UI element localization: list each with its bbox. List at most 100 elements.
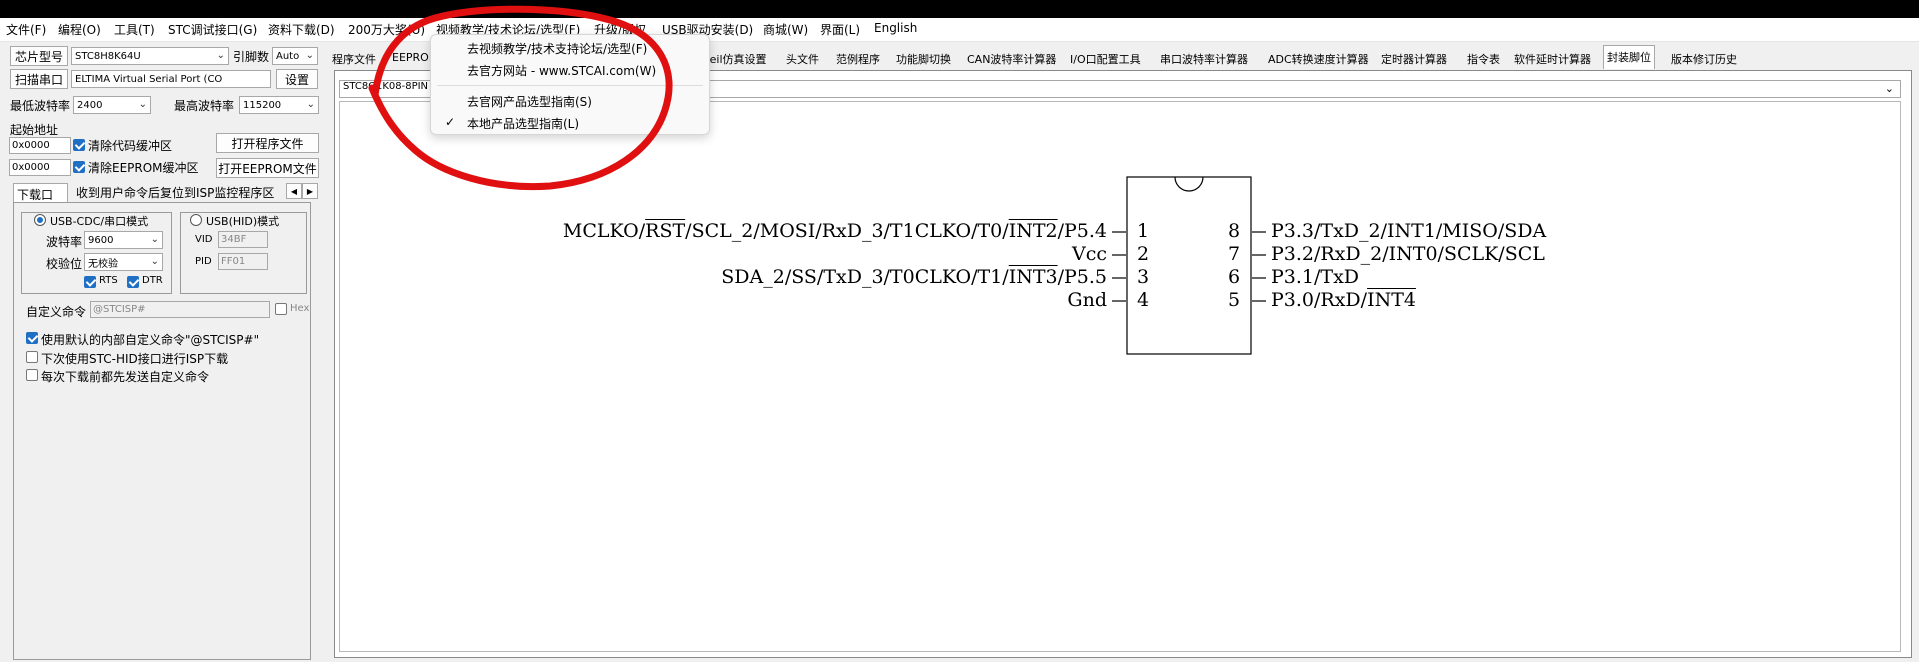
max-baud-select[interactable]: 115200 ⌄ bbox=[239, 96, 319, 114]
vid-label: VID bbox=[195, 234, 213, 245]
default-command-checkbox[interactable] bbox=[26, 332, 38, 344]
tab-package-pins[interactable]: 封装脚位 bbox=[1603, 45, 1655, 69]
chip-model-value: STC8H8K64U bbox=[75, 50, 141, 62]
baud-rate-label: 波特率 bbox=[46, 235, 83, 249]
custom-command-label: 自定义命令 bbox=[26, 305, 87, 319]
pin6-label: P3.1/TxD bbox=[1271, 266, 1360, 288]
tab-version-history[interactable]: 版本修订历史 bbox=[1668, 48, 1740, 68]
menu-bar: 文件(F) 编程(O) 工具(T) STC调试接口(G) 资料下载(D) 200… bbox=[0, 18, 1919, 42]
pin3-label: SDA_2/SS/TxD_3/T0CLKO/T1/INT3/P5.5 bbox=[721, 266, 1107, 288]
pin5-number: 5 bbox=[1228, 289, 1241, 311]
vid-input[interactable]: 34BF bbox=[218, 231, 268, 248]
tab-pin-switch[interactable]: 功能脚切换 bbox=[893, 48, 954, 68]
menu-english[interactable]: English bbox=[874, 21, 917, 35]
tab-delay-calc[interactable]: 软件延时计算器 bbox=[1511, 48, 1594, 68]
tab-reset-isp[interactable]: 收到用户命令后复位到ISP监控程序区 bbox=[76, 184, 274, 201]
stc-hid-checkbox[interactable] bbox=[26, 351, 38, 363]
pin8-label: P3.3/TxD_2/INT1/MISO/SDA bbox=[1271, 220, 1547, 242]
start-address-label: 起始地址 bbox=[10, 123, 59, 137]
rts-checkbox[interactable] bbox=[84, 276, 96, 288]
chevron-down-icon: ⌄ bbox=[305, 50, 314, 61]
hex-label: Hex bbox=[290, 303, 310, 314]
tab-examples[interactable]: 范例程序 bbox=[833, 48, 883, 68]
open-eeprom-file-button[interactable]: 打开EEPROM文件 bbox=[216, 158, 319, 178]
settings-button[interactable]: 设置 bbox=[276, 69, 318, 89]
dtr-label: DTR bbox=[142, 275, 163, 286]
tab-download-password[interactable]: 下载口令 bbox=[13, 183, 68, 219]
chip-right-leads bbox=[1252, 231, 1266, 302]
pin-count-value: Auto bbox=[276, 50, 300, 62]
pin3-number: 3 bbox=[1137, 266, 1150, 288]
menu-downloads[interactable]: 资料下载(D) bbox=[268, 21, 335, 38]
dtr-checkbox[interactable] bbox=[127, 276, 139, 288]
usb-hid-label: USB(HID)模式 bbox=[206, 213, 280, 229]
parity-value: 无校验 bbox=[88, 258, 118, 270]
parity-label: 校验位 bbox=[46, 257, 83, 271]
pin1-number: 1 bbox=[1137, 220, 1150, 242]
stc-hid-label: 下次使用STC-HID接口进行ISP下载 bbox=[41, 352, 229, 366]
title-bar bbox=[0, 0, 1919, 18]
open-program-file-button[interactable]: 打开程序文件 bbox=[216, 133, 319, 153]
pin8-number: 8 bbox=[1228, 220, 1241, 242]
pin7-number: 7 bbox=[1228, 243, 1241, 265]
send-command-label: 每次下载前都先发送自定义命令 bbox=[41, 370, 210, 384]
usb-cdc-radio[interactable] bbox=[34, 214, 46, 226]
chevron-down-icon: ⌄ bbox=[138, 99, 147, 110]
max-baud-value: 115200 bbox=[243, 99, 282, 111]
parity-select[interactable]: 无校验 ⌄ bbox=[84, 253, 163, 271]
menu-file[interactable]: 文件(F) bbox=[6, 21, 46, 38]
pin6-number: 6 bbox=[1228, 266, 1241, 288]
tab-adc-speed[interactable]: ADC转换速度计算器 bbox=[1265, 48, 1372, 68]
chevron-down-icon: ⌄ bbox=[150, 234, 159, 245]
pid-input[interactable]: FF01 bbox=[218, 253, 268, 270]
port-select[interactable]: ELTIMA Virtual Serial Port (CO bbox=[71, 70, 271, 88]
clear-code-label: 清除代码缓冲区 bbox=[88, 139, 173, 153]
pin1-label: MCLKO/RST/SCL_2/MOSI/RxD_3/T1CLKO/T0/INT… bbox=[562, 220, 1107, 242]
code-address-input[interactable]: 0x0000 bbox=[9, 137, 71, 154]
clear-eeprom-checkbox[interactable] bbox=[73, 161, 85, 173]
chip-model-select[interactable]: STC8H8K64U ⌄ bbox=[71, 47, 229, 65]
rts-label: RTS bbox=[99, 275, 118, 286]
default-command-label: 使用默认的内部自定义命令"@STCISP#" bbox=[41, 333, 260, 347]
pin5-label: P3.0/RxD/INT4 bbox=[1271, 289, 1416, 311]
chevron-down-icon: ⌄ bbox=[1884, 82, 1894, 95]
pin-count-label: 引脚数 bbox=[233, 50, 270, 64]
chip-model-label: 芯片型号 bbox=[10, 46, 68, 66]
menu-interface[interactable]: 界面(L) bbox=[820, 21, 860, 38]
tab-scroll-right-icon[interactable]: ▶ bbox=[302, 183, 318, 199]
menu-tools[interactable]: 工具(T) bbox=[114, 21, 155, 38]
menu-shop[interactable]: 商城(W) bbox=[763, 21, 808, 38]
menu-stc-debug[interactable]: STC调试接口(G) bbox=[168, 21, 257, 38]
min-baud-select[interactable]: 2400 ⌄ bbox=[73, 96, 151, 114]
pid-label: PID bbox=[195, 256, 212, 267]
usb-cdc-label: USB-CDC/串口模式 bbox=[50, 213, 149, 229]
send-command-checkbox[interactable] bbox=[26, 369, 38, 381]
clear-eeprom-label: 清除EEPROM缓冲区 bbox=[88, 161, 199, 175]
chevron-down-icon: ⌄ bbox=[306, 99, 315, 110]
pin-count-select[interactable]: Auto ⌄ bbox=[272, 47, 318, 65]
tab-scroll-left-icon[interactable]: ◀ bbox=[286, 183, 302, 199]
eeprom-address-input[interactable]: 0x0000 bbox=[9, 159, 71, 176]
chevron-down-icon: ⌄ bbox=[150, 256, 159, 267]
custom-command-input[interactable]: @STCISP# bbox=[90, 301, 270, 318]
tab-keil[interactable]: Keil仿真设置 bbox=[700, 48, 770, 68]
tab-header[interactable]: 头文件 bbox=[783, 48, 822, 68]
pin4-label: Gnd bbox=[1067, 289, 1107, 311]
pin2-number: 2 bbox=[1137, 243, 1150, 265]
baud-rate-value: 9600 bbox=[88, 234, 114, 246]
tab-can-baud[interactable]: CAN波特率计算器 bbox=[964, 48, 1059, 68]
tab-timer-calc[interactable]: 定时器计算器 bbox=[1378, 48, 1450, 68]
chevron-down-icon: ⌄ bbox=[216, 50, 225, 61]
pin2-label: Vcc bbox=[1071, 243, 1107, 265]
menu-program[interactable]: 编程(O) bbox=[58, 21, 101, 38]
port-value: ELTIMA Virtual Serial Port (CO bbox=[75, 73, 223, 85]
tab-instructions[interactable]: 指令表 bbox=[1464, 48, 1503, 68]
usb-hid-radio[interactable] bbox=[190, 214, 202, 226]
tab-io-config[interactable]: I/O口配置工具 bbox=[1067, 48, 1144, 68]
hex-checkbox[interactable] bbox=[275, 303, 287, 315]
scan-port-button[interactable]: 扫描串口 bbox=[10, 69, 68, 89]
clear-code-checkbox[interactable] bbox=[73, 139, 85, 151]
baud-rate-select[interactable]: 9600 ⌄ bbox=[84, 231, 163, 249]
min-baud-value: 2400 bbox=[77, 99, 103, 111]
tab-uart-baud[interactable]: 串口波特率计算器 bbox=[1157, 48, 1251, 68]
